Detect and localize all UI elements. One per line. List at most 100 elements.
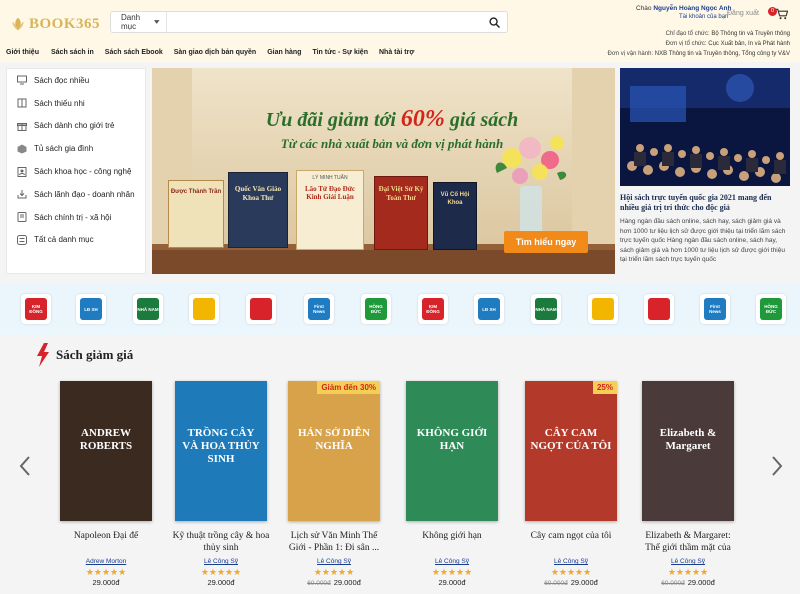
sidebar-item-gia-dinh[interactable]: Tủ sách gia đình	[7, 137, 145, 160]
book-title[interactable]: Lịch sử Văn Minh Thế Giới - Phần 1: Đi s…	[284, 530, 384, 554]
publisher-logo[interactable]: First News	[700, 294, 730, 324]
book-price: 29.000đ	[56, 578, 156, 587]
nav-sach-ebook[interactable]: Sách sách Ebook	[105, 49, 163, 56]
search-input[interactable]	[167, 12, 481, 32]
book-cover[interactable]: TRỒNG CÂY VÀ HOA THỦY SINH	[175, 381, 267, 521]
search-bar: Danh mục	[110, 11, 508, 33]
book-title[interactable]: Napoleon Đại đế	[56, 530, 156, 554]
tablet-icon	[17, 212, 27, 223]
sidebar-item-khoa-hoc[interactable]: Sách khoa học - công nghệ	[7, 160, 145, 183]
rating-stars: ★★★★★	[550, 567, 592, 577]
publisher-logo[interactable]	[246, 294, 276, 324]
book-cover-text: TRỒNG CÂY VÀ HOA THỦY SINH	[182, 427, 260, 465]
book-title[interactable]: Cây cam ngọt của tôi	[521, 530, 621, 554]
publisher-logo-mark: NHÃ NAM	[535, 298, 557, 320]
monitor-icon	[17, 75, 27, 85]
publisher-logo[interactable]	[588, 294, 618, 324]
publisher-logo[interactable]: NHÃ NAM	[531, 294, 561, 324]
news-image	[620, 68, 790, 186]
publisher-logo[interactable]: KIM ĐỒNG	[418, 294, 448, 324]
banner-subline: Từ các nhà xuất bản và đơn vị phát hành	[280, 136, 504, 151]
category-sidebar: Sách đọc nhiều Sách thiếu nhi Sách dành …	[6, 68, 146, 274]
publisher-logo-mark: First News	[308, 298, 330, 320]
book-cover[interactable]: KHÔNG GIỚI HẠN	[406, 381, 498, 521]
book-card[interactable]: CÂY CAM NGỌT CỦA TÔI 25% Cây cam ngọt của …	[521, 381, 621, 587]
book-card[interactable]: HÁN SỞ DIỄN NGHĨA Giảm đến 30% Lịch sử Văn…	[284, 381, 384, 587]
publisher-logo[interactable]: LĐ XH	[474, 294, 504, 324]
gift-icon	[17, 122, 27, 131]
carousel-next-arrow-icon[interactable]	[770, 456, 784, 476]
logout-link[interactable]: Đăng xuất	[727, 10, 759, 17]
book-cover[interactable]: Elizabeth & Margaret	[642, 381, 734, 521]
promo-banner[interactable]: Ưu đãi giảm tới 60% giá sách Từ các nhà …	[152, 68, 615, 274]
old-price: 60.000đ	[307, 580, 331, 587]
category-select[interactable]: Danh mục	[111, 12, 167, 32]
publisher-logo-mark: HỒNG ĐỨC	[760, 298, 782, 320]
sidebar-item-label: Sách chính trị - xã hội	[34, 212, 112, 222]
sale-section-header: Sách giảm giá	[36, 343, 133, 367]
publisher-logo[interactable]: First News	[304, 294, 334, 324]
sidebar-item-tat-ca[interactable]: Tất cả danh mục	[7, 229, 145, 252]
search-button[interactable]	[481, 12, 507, 32]
book-cover[interactable]: HÁN SỞ DIỄN NGHĨA Giảm đến 30%	[288, 381, 380, 521]
book-card[interactable]: KHÔNG GIỚI HẠN Không giới hạn Lê Công Sỹ ★★…	[402, 381, 502, 587]
book-card[interactable]: ANDREW ROBERTS Napoleon Đại đế Adrew Morto…	[56, 381, 156, 587]
book-author[interactable]: Lê Công Sỹ	[284, 558, 384, 565]
account-link[interactable]: Tài khoản của bạn	[679, 14, 728, 20]
publisher-logo[interactable]: HỒNG ĐỨC	[756, 294, 786, 324]
book-author[interactable]: Lê Công Sỹ	[521, 558, 621, 565]
publisher-logo-mark: First News	[704, 298, 726, 320]
book-icon	[17, 98, 27, 108]
book-title[interactable]: Kỹ thuật trồng cây & hoa thủy sinh	[171, 530, 271, 554]
cube-icon	[17, 144, 27, 154]
nav-tin-tuc[interactable]: Tin tức - Sự kiện	[312, 49, 368, 56]
book-cover[interactable]: ANDREW ROBERTS	[60, 381, 152, 521]
book-cover-text: KHÔNG GIỚI HẠN	[416, 427, 488, 452]
nav-sach-in[interactable]: Sách sách in	[51, 49, 94, 56]
sale-price: 29.000đ	[92, 578, 120, 587]
sidebar-item-thieu-nhi[interactable]: Sách thiếu nhi	[7, 92, 145, 115]
banner-book: Được Thành Trần	[168, 180, 224, 248]
book-price: 60.000đ 29.000đ	[638, 578, 738, 587]
book-author[interactable]: Adrew Morton	[56, 558, 156, 565]
book-cover-text: HÁN SỞ DIỄN NGHĨA	[297, 427, 371, 452]
publisher-logo[interactable]: KIM ĐỒNG	[21, 294, 51, 324]
nav-gioi-thieu[interactable]: Giới thiệu	[6, 49, 39, 56]
book-title[interactable]: Elizabeth & Margaret: Thế giới thầm mặt …	[638, 530, 738, 554]
book-author[interactable]: Lê Công Sỹ	[402, 558, 502, 565]
publisher-logo-mark: LĐ XH	[478, 298, 500, 320]
news-card[interactable]: Hội sách trực tuyến quốc gia 2021 mang đ…	[620, 68, 792, 274]
book-price: 60.000đ 29.000đ	[284, 578, 384, 587]
nav-san-giao-dich[interactable]: Sàn giao dịch bản quyền	[174, 49, 256, 56]
nav-nha-tai-tro[interactable]: Nhà tài trợ	[379, 49, 414, 56]
cart-count-badge: 0	[768, 7, 777, 16]
publisher-logo[interactable]	[189, 294, 219, 324]
cart-button[interactable]: 0	[768, 6, 790, 22]
publisher-logo[interactable]: HỒNG ĐỨC	[361, 294, 391, 324]
publisher-logo[interactable]: LĐ XH	[76, 294, 106, 324]
book-card[interactable]: Elizabeth & Margaret Elizabeth & Margaret…	[638, 381, 738, 587]
book-cover[interactable]: CÂY CAM NGỌT CỦA TÔI 25%	[525, 381, 617, 521]
logo[interactable]: BOOK365	[10, 12, 100, 36]
book-author[interactable]: Lê Công Sỹ	[638, 558, 738, 565]
book-card[interactable]: TRỒNG CÂY VÀ HOA THỦY SINH Kỹ thuật trồng…	[171, 381, 271, 587]
list-icon	[17, 234, 27, 245]
banner-cta-button[interactable]: Tìm hiểu ngay	[504, 231, 588, 253]
sidebar-item-doc-nhieu[interactable]: Sách đọc nhiều	[7, 69, 145, 92]
book-price: 60.000đ 29.000đ	[521, 578, 621, 587]
publisher-logo[interactable]: NHÃ NAM	[133, 294, 163, 324]
publisher-logo-mark: NHÃ NAM	[137, 298, 159, 320]
book-author[interactable]: Lê Công Sỹ	[171, 558, 271, 565]
sale-section-title: Sách giảm giá	[56, 347, 134, 362]
info-line: Chỉ đạo tổ chức: Bộ Thông tin và Truyền …	[665, 31, 790, 37]
carousel-prev-arrow-icon[interactable]	[18, 456, 32, 476]
nav-gian-hang[interactable]: Gian hàng	[267, 49, 301, 56]
sidebar-item-label: Sách lãnh đạo - doanh nhân	[34, 189, 135, 199]
sidebar-item-gioi-tre[interactable]: Sách dành cho giới trẻ	[7, 115, 145, 138]
sale-price: 29.000đ	[438, 578, 466, 587]
book-title[interactable]: Không giới hạn	[402, 530, 502, 554]
sidebar-item-chinh-tri[interactable]: Sách chính trị - xã hội	[7, 206, 145, 229]
publisher-logo[interactable]	[644, 294, 674, 324]
sidebar-item-lanh-dao[interactable]: Sách lãnh đạo - doanh nhân	[7, 183, 145, 206]
news-title[interactable]: Hội sách trực tuyến quốc gia 2021 mang đ…	[620, 193, 792, 213]
